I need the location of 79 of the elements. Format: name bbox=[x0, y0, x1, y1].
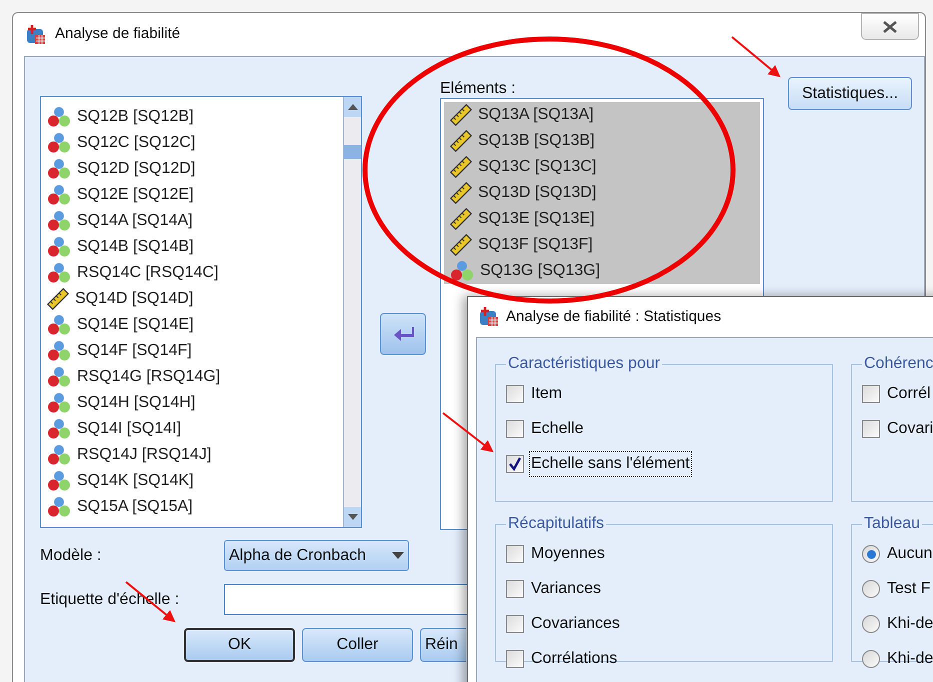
checkbox[interactable] bbox=[506, 580, 524, 598]
close-icon bbox=[881, 20, 899, 34]
checkmark-icon bbox=[508, 457, 522, 471]
radio-button[interactable] bbox=[862, 615, 880, 633]
close-button[interactable] bbox=[861, 13, 919, 40]
nominal-variable-icon bbox=[47, 418, 71, 440]
checkbox[interactable] bbox=[506, 545, 524, 563]
dialog-button[interactable]: Coller bbox=[302, 628, 413, 662]
nominal-variable-icon bbox=[47, 236, 71, 258]
arrow-icon bbox=[392, 325, 414, 343]
checkbox[interactable] bbox=[506, 455, 524, 473]
variable-item[interactable]: SQ13C [SQ13C] bbox=[444, 154, 760, 180]
nominal-variable-icon bbox=[47, 158, 71, 180]
option-label: Khi-de bbox=[886, 649, 933, 669]
nominal-variable-icon bbox=[47, 184, 71, 206]
nominal-variable-icon bbox=[47, 314, 71, 336]
elements-label: Eléments : bbox=[440, 79, 517, 98]
model-label: Modèle : bbox=[40, 546, 102, 566]
option-label: Aucun bbox=[886, 544, 933, 564]
nominal-variable-icon bbox=[47, 340, 71, 362]
group-title: Cohérenc bbox=[863, 354, 933, 374]
group-title: Caractéristiques pour bbox=[507, 354, 662, 374]
nominal-variable-icon bbox=[47, 392, 71, 414]
variable-item[interactable]: SQ13G [SQ13G] bbox=[444, 258, 760, 284]
group-title: Tableau bbox=[863, 514, 922, 534]
app-icon bbox=[478, 306, 500, 328]
option-label: Corrélations bbox=[530, 649, 618, 669]
scroll-up-icon bbox=[348, 104, 358, 110]
option-label: Echelle sans l'élément bbox=[530, 452, 691, 476]
option-label: Covariances bbox=[530, 614, 621, 634]
dropdown-caret-icon bbox=[392, 552, 404, 559]
option-label: Covari bbox=[886, 419, 933, 439]
checkbox[interactable] bbox=[506, 420, 524, 438]
scale-label-field[interactable] bbox=[224, 584, 467, 615]
checkbox[interactable] bbox=[862, 385, 880, 403]
window-title: Analyse de fiabilité bbox=[55, 24, 180, 44]
option-label: Variances bbox=[530, 579, 602, 599]
option-label: Moyennes bbox=[530, 544, 606, 564]
option-label: Test F bbox=[886, 579, 932, 599]
option-label: Khi-de bbox=[886, 614, 933, 634]
scroll-up-button[interactable] bbox=[344, 97, 361, 117]
nominal-variable-icon bbox=[47, 132, 71, 154]
scrollbar-thumb[interactable] bbox=[344, 145, 361, 159]
model-dropdown[interactable]: Alpha de Cronbach bbox=[224, 540, 409, 571]
dialog-button[interactable]: OK bbox=[184, 628, 295, 662]
checkbox[interactable] bbox=[862, 420, 880, 438]
group-title: Récapitulatifs bbox=[507, 514, 606, 534]
scroll-down-icon bbox=[348, 514, 358, 520]
checkbox[interactable] bbox=[506, 385, 524, 403]
option-label: Item bbox=[530, 384, 564, 404]
move-button[interactable] bbox=[380, 313, 426, 355]
nominal-variable-icon bbox=[47, 496, 71, 518]
nominal-variable-icon bbox=[450, 260, 474, 282]
annotation-arrow bbox=[442, 412, 494, 452]
nominal-variable-icon bbox=[47, 210, 71, 232]
nominal-variable-icon bbox=[47, 262, 71, 284]
nominal-variable-icon bbox=[47, 444, 71, 466]
option-label: Corrél bbox=[886, 384, 932, 404]
nominal-variable-icon bbox=[47, 366, 71, 388]
annotation-arrow bbox=[731, 36, 781, 78]
variable-item[interactable]: SQ13D [SQ13D] bbox=[444, 180, 760, 206]
variable-item[interactable]: SQ13E [SQ13E] bbox=[444, 206, 760, 232]
dialog-button[interactable]: Réin bbox=[420, 628, 466, 662]
variable-item[interactable]: SQ13F [SQ13F] bbox=[444, 232, 760, 258]
nominal-variable-icon bbox=[47, 470, 71, 492]
scrollbar[interactable] bbox=[343, 97, 361, 527]
checkbox[interactable] bbox=[506, 650, 524, 668]
radio-button[interactable] bbox=[862, 650, 880, 668]
scroll-down-button[interactable] bbox=[344, 507, 361, 527]
checkbox[interactable] bbox=[506, 615, 524, 633]
radio-button[interactable] bbox=[862, 545, 880, 563]
variable-item[interactable]: SQ13B [SQ13B] bbox=[444, 128, 760, 154]
statistics-button[interactable]: Statistiques... bbox=[788, 77, 912, 110]
radio-button[interactable] bbox=[862, 580, 880, 598]
nominal-variable-icon bbox=[47, 106, 71, 128]
window-title: Analyse de fiabilité : Statistiques bbox=[506, 306, 722, 327]
option-label: Echelle bbox=[530, 419, 584, 439]
app-icon bbox=[25, 24, 47, 46]
variable-item[interactable]: SQ13A [SQ13A] bbox=[444, 102, 760, 128]
